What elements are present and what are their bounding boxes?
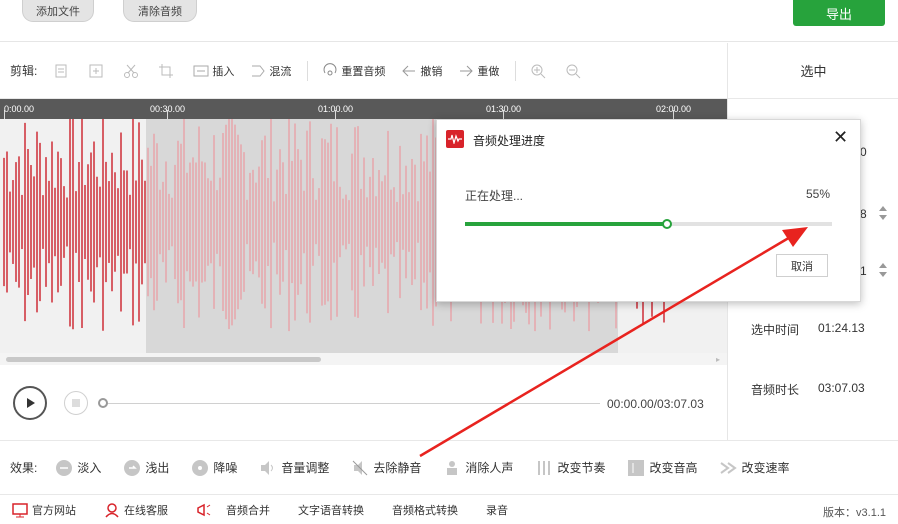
stop-button[interactable] — [64, 391, 88, 415]
mix-button[interactable]: 混流 — [250, 63, 291, 79]
clear-audio-button[interactable]: 清除音频 — [123, 0, 197, 22]
progress-status: 正在处理... — [465, 189, 524, 203]
export-button[interactable]: 导出 — [793, 0, 885, 26]
top-bar: 添加文件 清除音频 导出 — [0, 0, 898, 42]
vocals-icon — [447, 460, 458, 475]
selection-panel-title: 选中 — [728, 43, 898, 99]
pitch-icon — [628, 459, 645, 476]
zoom-in-icon[interactable] — [530, 63, 549, 79]
progress-percent: 55% — [806, 187, 831, 201]
insert-button[interactable]: 插入 — [193, 63, 234, 79]
fade-out-button[interactable]: 浅出 — [123, 459, 169, 477]
remove-vocals-button[interactable]: 消除人声 — [443, 459, 513, 477]
toolbar-divider — [307, 60, 309, 81]
selection-end-value[interactable]: 8 — [860, 207, 867, 221]
denoise-icon — [192, 459, 209, 476]
undo-icon — [402, 65, 416, 76]
version-label: 版本：v3.1.1 — [823, 507, 886, 519]
fade-in-button[interactable]: 淡入 — [55, 459, 101, 477]
volume-adjust-button[interactable]: 音量调整 — [259, 459, 329, 477]
redo-button[interactable]: 重做 — [458, 63, 499, 79]
website-link[interactable]: 官方网站 — [12, 502, 76, 518]
playback-time: 00:00.00/03:07.03 — [607, 397, 704, 411]
progress-handle — [661, 219, 672, 229]
effects-label: 效果: — [10, 461, 38, 475]
insert-icon — [193, 65, 209, 76]
support-link[interactable]: 在线客服 — [104, 502, 168, 518]
playback-slider-handle[interactable] — [98, 398, 108, 408]
app-logo-icon — [446, 130, 464, 148]
copy-icon[interactable] — [53, 63, 72, 79]
denoise-button[interactable]: 降噪 — [191, 459, 237, 477]
ruler-label: 01:00.00 — [318, 104, 354, 114]
cut-icon[interactable] — [123, 63, 142, 79]
selection-length-value[interactable]: 1 — [860, 264, 867, 278]
spin-arrows-icon[interactable] — [878, 261, 888, 282]
edit-label: 剪辑: — [10, 64, 38, 78]
support-icon — [105, 502, 119, 518]
toolbar-divider — [515, 60, 517, 81]
mute-icon — [353, 460, 368, 475]
change-tempo-button[interactable]: 改变节奏 — [535, 459, 605, 477]
timeline-ruler[interactable]: 0:00.00 00:30.00 01:00.00 01:30.00 02:00… — [0, 99, 727, 119]
tempo-icon — [538, 460, 551, 475]
ruler-label: 01:30.00 — [486, 104, 522, 114]
volume-icon — [261, 460, 274, 475]
duration-value: 03:07.03 — [818, 381, 865, 395]
selection-start-value: 0 — [860, 145, 867, 159]
reset-icon — [323, 62, 337, 75]
change-speed-button[interactable]: 改变速率 — [719, 459, 789, 477]
format-convert-link[interactable]: 音频格式转换 — [392, 502, 458, 518]
scroll-right-icon[interactable]: ▸ — [716, 355, 720, 364]
fade-in-icon — [56, 459, 73, 476]
selected-time-label: 选中时间 — [751, 323, 800, 337]
fade-out-icon — [124, 459, 141, 476]
edit-toolbar: 剪辑: 插入 混流 重置音频 撤销 重做 — [0, 43, 727, 99]
waveform-scrollbar[interactable]: ▸ — [0, 353, 727, 365]
play-button[interactable] — [13, 386, 47, 420]
duration-label: 音频时长 — [751, 383, 800, 397]
spin-arrows-icon[interactable] — [878, 204, 888, 225]
ruler-label: 00:30.00 — [150, 104, 186, 114]
website-icon — [12, 502, 28, 517]
selected-time-value: 01:24.13 — [818, 321, 865, 335]
speed-icon — [720, 461, 738, 474]
close-icon[interactable]: ✕ — [833, 128, 848, 146]
playback-track[interactable] — [104, 403, 600, 404]
megaphone-icon — [197, 503, 211, 516]
reset-audio-button[interactable]: 重置音频 — [322, 62, 385, 79]
mix-icon — [252, 65, 265, 76]
dialog-title: 音频处理进度 — [473, 134, 546, 148]
remove-silence-button[interactable]: 去除静音 — [351, 459, 421, 477]
bottom-bar: 官方网站 在线客服 音频合并 文字语音转换 音频格式转换 录音 版本：v3.1.… — [0, 494, 898, 524]
effects-bar: 效果: 淡入 浅出 降噪 音量调整 去除静音 消除人声 改变节奏 改变音高 改变… — [0, 440, 898, 494]
scrollbar-thumb[interactable] — [6, 357, 321, 362]
redo-icon — [460, 65, 474, 76]
cancel-button[interactable]: 取消 — [776, 254, 828, 277]
change-pitch-button[interactable]: 改变音高 — [627, 459, 697, 477]
stop-icon — [72, 399, 80, 407]
progress-dialog: 音频处理进度 ✕ 正在处理... 55% 取消 — [436, 119, 861, 302]
text-to-speech-link[interactable]: 文字语音转换 — [298, 502, 364, 518]
audio-merge-link[interactable]: 音频合并 — [196, 502, 270, 518]
record-link[interactable]: 录音 — [486, 502, 508, 518]
add-file-button[interactable]: 添加文件 — [22, 0, 94, 22]
progress-track — [465, 222, 832, 226]
ruler-label: 0:00.00 — [4, 104, 35, 114]
undo-button[interactable]: 撤销 — [401, 63, 442, 79]
crop-icon[interactable] — [158, 63, 177, 79]
play-icon — [27, 398, 35, 408]
zoom-out-icon[interactable] — [565, 63, 584, 79]
paste-icon[interactable] — [88, 63, 107, 79]
transport-bar: 00:00.00/03:07.03 — [0, 365, 727, 440]
progress-fill — [465, 222, 667, 226]
ruler-label: 02:00.00 — [656, 104, 692, 114]
